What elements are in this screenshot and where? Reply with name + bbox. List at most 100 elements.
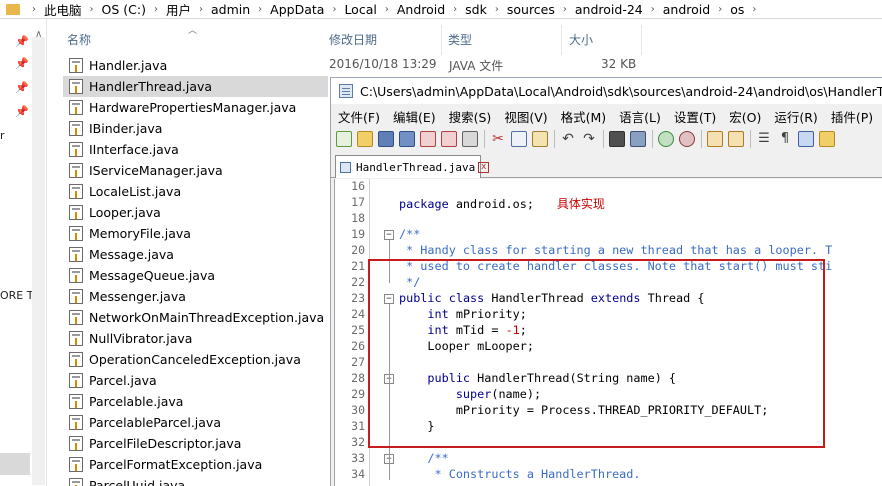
menu-item[interactable]: 文件(F) [338, 107, 380, 126]
code-line[interactable]: * Constructs a HandlerThread. [399, 467, 641, 481]
code-line[interactable]: * used to create handler classes. Note t… [399, 259, 832, 273]
find-icon[interactable] [609, 131, 625, 147]
file-row[interactable]: HandlerThread.java [63, 76, 328, 97]
show-all-chars-icon[interactable]: ¶ [777, 131, 793, 147]
cut-icon[interactable]: ✂ [490, 131, 506, 147]
file-row[interactable]: ParcelFormatException.java [63, 454, 328, 475]
close-file-icon[interactable] [420, 131, 436, 147]
paste-icon[interactable] [532, 131, 548, 147]
fold-toggle-icon[interactable]: − [384, 230, 394, 240]
breadcrumb-item[interactable]: admin [211, 2, 250, 17]
zoom-out-icon[interactable] [679, 131, 695, 147]
breadcrumb-item[interactable]: 此电脑 [44, 0, 82, 18]
breadcrumb-item[interactable]: sources [507, 2, 555, 17]
file-row[interactable]: NullVibrator.java [63, 328, 328, 349]
doc-map-icon[interactable] [819, 131, 835, 147]
file-row[interactable]: HardwarePropertiesManager.java [63, 97, 328, 118]
header-divider[interactable] [561, 25, 562, 55]
code-line[interactable]: int mTid = -1; [399, 323, 526, 337]
menu-item[interactable]: 编辑(E) [393, 107, 436, 126]
save-icon[interactable] [378, 131, 394, 147]
nav-scrollbar[interactable] [32, 37, 45, 485]
menu-item[interactable]: 语言(L) [619, 107, 661, 126]
breadcrumb-item[interactable]: os [730, 2, 744, 17]
replace-icon[interactable] [630, 131, 646, 147]
breadcrumb-item[interactable]: OS (C:) [102, 2, 146, 17]
code-line[interactable]: * Handy class for starting a new thread … [399, 243, 832, 257]
file-row[interactable]: NetworkOnMainThreadException.java [63, 307, 328, 328]
breadcrumb-chevron-icon[interactable]: › [32, 4, 36, 15]
nav-item-fragment[interactable]: ORE T [0, 289, 33, 302]
header-divider[interactable] [641, 25, 642, 55]
file-row[interactable]: ParcelUuid.java [63, 475, 328, 486]
pin-icon[interactable]: 📌 [15, 81, 29, 94]
breadcrumb-chevron-icon[interactable]: › [90, 4, 94, 15]
undo-icon[interactable]: ↶ [560, 131, 576, 147]
header-modified[interactable]: 修改日期 [329, 31, 377, 48]
breadcrumb-item[interactable]: android-24 [575, 2, 643, 17]
menu-item[interactable]: 格式(M) [561, 107, 607, 126]
file-row[interactable]: Parcelable.java [63, 391, 328, 412]
breadcrumb-chevron-icon[interactable]: › [332, 4, 336, 15]
file-row[interactable]: Messenger.java [63, 286, 328, 307]
breadcrumb-chevron-icon[interactable]: › [385, 4, 389, 15]
header-size[interactable]: 大小 [569, 31, 593, 48]
header-divider[interactable] [441, 25, 442, 55]
breadcrumb-chevron-icon[interactable]: › [453, 4, 457, 15]
file-row[interactable]: ParcelFileDescriptor.java [63, 433, 328, 454]
code-line[interactable]: Looper mLooper; [399, 339, 534, 353]
code-editor[interactable]: 16 17 package android.os; 具体实现 18 19 /** 20 * … [334, 179, 882, 486]
sync-vertical-icon[interactable] [707, 131, 723, 147]
pin-icon[interactable]: 📌 [15, 105, 29, 118]
code-line[interactable]: public HandlerThread(String name) { [399, 371, 676, 385]
pin-icon[interactable]: 📌 [15, 57, 29, 70]
menu-item[interactable]: 插件(P) [831, 107, 873, 126]
breadcrumb-chevron-icon[interactable]: › [495, 4, 499, 15]
code-line[interactable]: super(name); [399, 387, 541, 401]
code-line[interactable]: /** [399, 451, 448, 465]
sync-horizontal-icon[interactable] [728, 131, 744, 147]
header-name[interactable]: 名称 [67, 31, 91, 48]
breadcrumb-item[interactable]: AppData [270, 2, 324, 17]
code-line[interactable]: package android.os; 具体实现 [399, 195, 605, 212]
redo-icon[interactable]: ↷ [581, 131, 597, 147]
file-row[interactable]: Handler.java [63, 55, 328, 76]
breadcrumb-chevron-icon[interactable]: › [718, 4, 722, 15]
print-icon[interactable] [462, 131, 478, 147]
file-row[interactable]: Message.java [63, 244, 328, 265]
address-breadcrumb[interactable]: › 此电脑 › OS (C:) › 用户 › admin › AppData › Local › Andr… [0, 0, 882, 19]
breadcrumb-chevron-icon[interactable]: › [199, 4, 203, 15]
breadcrumb-item[interactable]: sdk [465, 2, 487, 17]
new-file-icon[interactable] [336, 131, 352, 147]
menu-item[interactable]: 视图(V) [504, 107, 547, 126]
menu-item[interactable]: 运行(R) [774, 107, 817, 126]
menu-item[interactable]: 设置(T) [674, 107, 716, 126]
breadcrumb-item[interactable]: android [663, 2, 710, 17]
breadcrumb-chevron-icon[interactable]: › [651, 4, 655, 15]
fold-toggle-icon[interactable]: − [384, 294, 394, 304]
header-type[interactable]: 类型 [448, 31, 472, 48]
close-all-icon[interactable] [441, 131, 457, 147]
file-row[interactable]: Looper.java [63, 202, 328, 223]
code-line[interactable]: public class HandlerThread extends Threa… [399, 291, 704, 305]
zoom-in-icon[interactable] [658, 131, 674, 147]
file-row[interactable]: IBinder.java [63, 118, 328, 139]
file-row[interactable]: IServiceManager.java [63, 160, 328, 181]
nav-item-fragment[interactable]: r [0, 129, 5, 142]
indent-guide-icon[interactable] [798, 131, 814, 147]
file-row[interactable]: Parcel.java [63, 370, 328, 391]
menu-item[interactable]: 搜索(S) [449, 107, 492, 126]
file-row[interactable]: OperationCanceledException.java [63, 349, 328, 370]
breadcrumb-chevron-icon[interactable]: › [752, 4, 756, 15]
window-title-bar[interactable]: C:\Users\admin\AppData\Local\Android\sdk… [331, 78, 882, 104]
file-row[interactable]: LocaleList.java [63, 181, 328, 202]
menu-item[interactable]: 宏(O) [729, 107, 761, 126]
file-row[interactable]: IInterface.java [63, 139, 328, 160]
breadcrumb-item[interactable]: Android [397, 2, 445, 17]
breadcrumb-chevron-icon[interactable]: › [563, 4, 567, 15]
code-line[interactable]: int mPriority; [399, 307, 526, 321]
copy-icon[interactable] [511, 131, 527, 147]
tab-handlerthread[interactable]: HandlerThread.java x [335, 155, 490, 178]
pin-icon[interactable]: 📌 [15, 35, 29, 48]
save-all-icon[interactable] [399, 131, 415, 147]
